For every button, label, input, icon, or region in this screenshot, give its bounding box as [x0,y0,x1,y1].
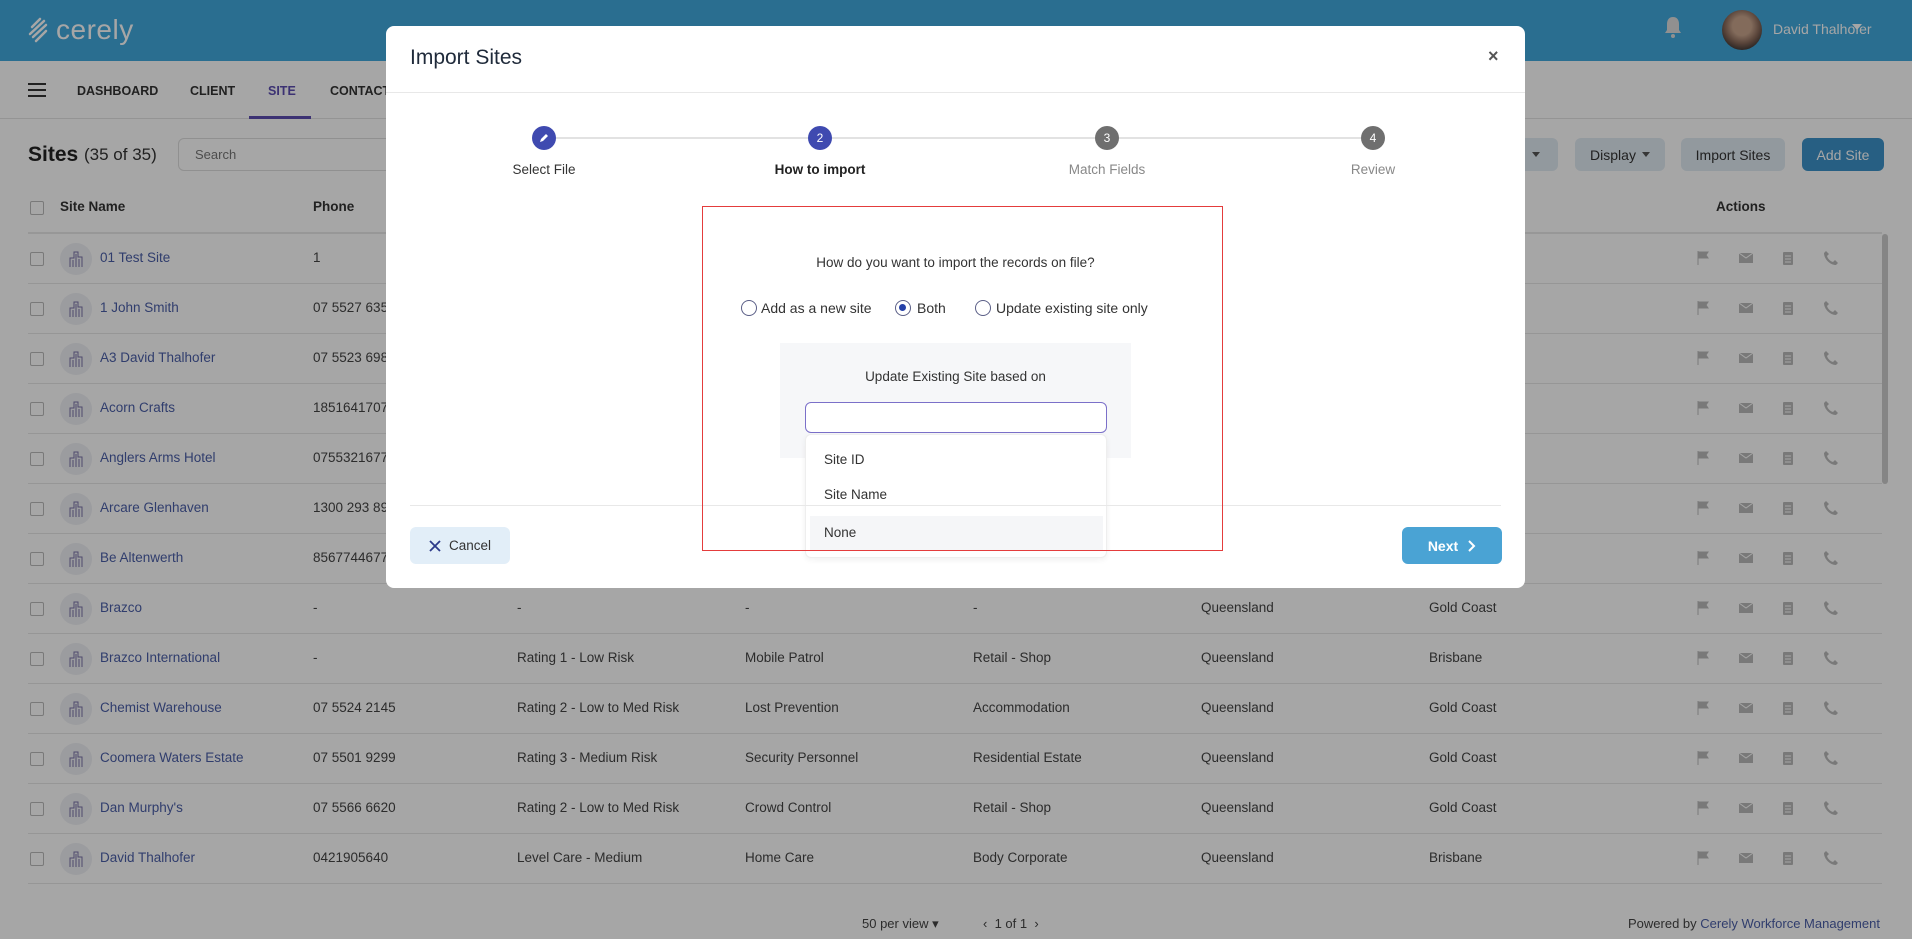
cancel-button[interactable]: Cancel [410,527,510,564]
chevron-right-icon [1468,539,1476,552]
modal-title: Import Sites [410,46,523,69]
pencil-icon [540,134,548,142]
step-connector [832,137,1095,139]
step-connector [556,137,820,139]
cancel-label: Cancel [448,538,492,553]
next-button[interactable]: Next [1402,527,1502,564]
step-4-indicator: 4 [1361,126,1385,150]
import-sites-modal: Import Sites × 2 3 4 Select File How to … [386,26,1525,588]
step-2-indicator: 2 [808,126,832,150]
close-x-icon [429,539,441,552]
highlight-box [702,206,1223,551]
step-3-indicator: 3 [1095,126,1119,150]
step-1-label: Select File [512,162,576,177]
modal-header-divider [386,92,1525,93]
step-4-label: Review [1350,162,1396,177]
step-2-label: How to import [774,162,866,177]
step-1-indicator [532,126,556,150]
next-label: Next [1427,537,1459,554]
step-3-label: Match Fields [1068,162,1146,177]
step-connector [1119,137,1361,139]
close-icon[interactable]: × [1488,46,1499,67]
